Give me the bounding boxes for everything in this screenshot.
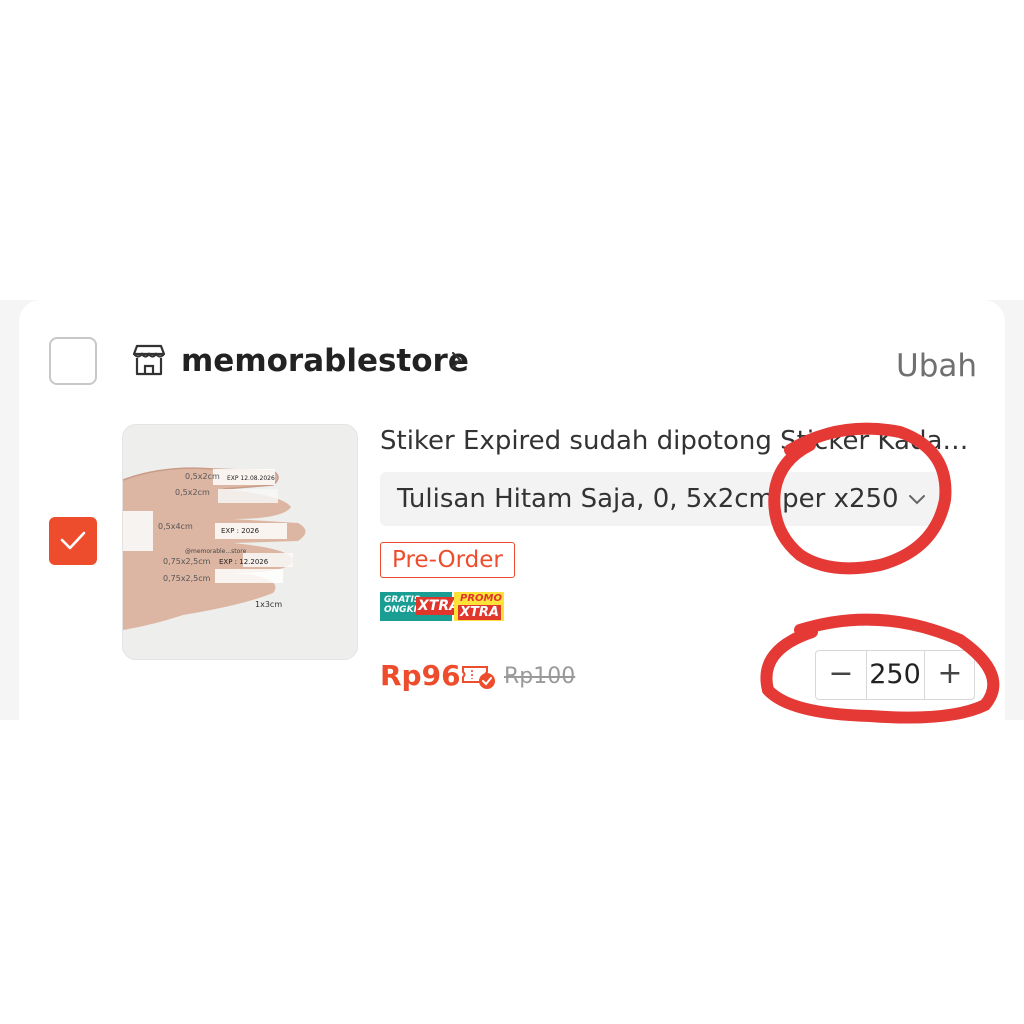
promo-xtra-badge: PROMO XTRA [454, 592, 504, 621]
store-icon [132, 344, 166, 376]
item-select-checkbox[interactable] [49, 517, 97, 565]
image-label: EXP : 2026 [221, 527, 260, 535]
store-name-link[interactable]: memorablestore [181, 339, 469, 383]
chevron-down-icon [909, 495, 925, 505]
product-photo: 0,5x2cm EXP 12.08.2026 0,5x2cm 0,5x4cm E… [123, 425, 357, 659]
increase-quantity-button[interactable]: + [924, 651, 975, 699]
badge-text: GRATIS [384, 595, 421, 605]
image-label: 0,5x2cm [185, 472, 220, 481]
badge-text: PROMO [460, 593, 502, 604]
chevron-right-icon[interactable] [449, 348, 465, 372]
variant-selector[interactable]: Tulisan Hitam Saja, 0, 5x2cm per x250 [380, 472, 940, 526]
check-icon [60, 531, 86, 550]
original-price: Rp100 [504, 664, 576, 689]
quantity-stepper: − 250 + [815, 650, 975, 700]
image-label: EXP : 12.2026 [219, 558, 269, 566]
product-image[interactable]: 0,5x2cm EXP 12.08.2026 0,5x2cm 0,5x4cm E… [122, 424, 358, 660]
variant-label: Tulisan Hitam Saja, 0, 5x2cm per x250 [397, 484, 899, 514]
edit-button[interactable]: Ubah [896, 344, 977, 388]
image-label: 0,5x4cm [158, 522, 193, 531]
product-title[interactable]: Stiker Expired sudah dipotong Sticker Ka… [380, 420, 970, 462]
shop-select-checkbox[interactable] [49, 337, 97, 385]
image-label: 1x3cm [255, 600, 282, 609]
quantity-value[interactable]: 250 [867, 651, 923, 699]
free-shipping-badge: GRATIS ONGKIR XTRA [380, 592, 462, 621]
image-label: 0,5x2cm [175, 488, 210, 497]
badge-tag: XTRA [458, 605, 501, 620]
preorder-badge: Pre-Order [380, 542, 515, 578]
decrease-quantity-button[interactable]: − [816, 651, 867, 699]
image-label: 0,75x2,5cm [163, 557, 211, 566]
image-label: EXP 12.08.2026 [227, 475, 275, 482]
current-price: Rp96 [380, 659, 461, 692]
image-label: @memorable...store [185, 548, 247, 555]
voucher-icon [462, 666, 495, 689]
image-label: 0,75x2,5cm [163, 574, 211, 583]
